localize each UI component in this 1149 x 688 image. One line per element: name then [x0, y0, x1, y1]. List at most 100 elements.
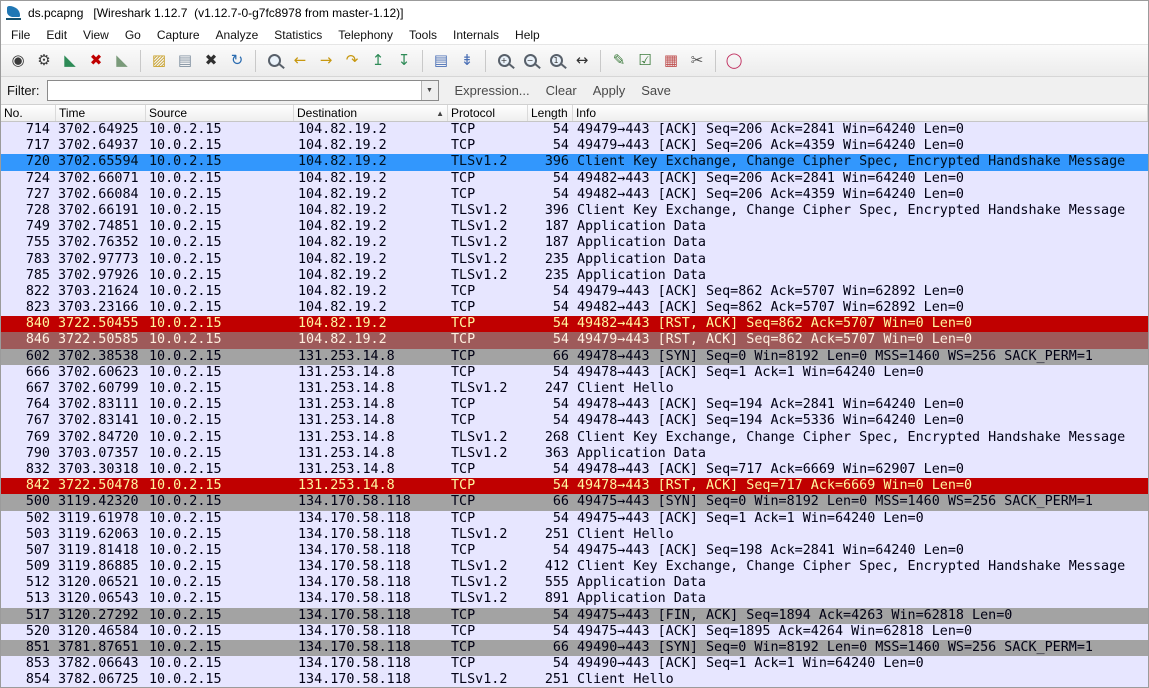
- go-back-icon[interactable]: ←: [287, 48, 313, 74]
- menu-item-analyze[interactable]: Analyze: [208, 26, 267, 44]
- go-to-bottom-icon[interactable]: ↧: [391, 48, 417, 74]
- packet-cell-src: 10.0.2.15: [146, 608, 294, 624]
- menu-item-capture[interactable]: Capture: [149, 26, 208, 44]
- capture-options-icon[interactable]: ⚙: [31, 48, 57, 74]
- menu-item-statistics[interactable]: Statistics: [266, 26, 330, 44]
- packet-row[interactable]: 8543782.0672510.0.2.15134.170.58.118TLSv…: [1, 672, 1148, 688]
- display-filter-icon[interactable]: ☑: [632, 48, 658, 74]
- go-to-packet-icon[interactable]: ↷: [339, 48, 365, 74]
- menu-item-view[interactable]: View: [75, 26, 117, 44]
- column-header-no[interactable]: No.: [1, 105, 56, 121]
- zoom-out-icon[interactable]: −: [517, 48, 543, 74]
- menu-item-help[interactable]: Help: [507, 26, 548, 44]
- packet-row[interactable]: 6673702.6079910.0.2.15131.253.14.8TLSv1.…: [1, 381, 1148, 397]
- packet-cell-time: 3120.27292: [56, 608, 146, 624]
- packet-row[interactable]: 7283702.6619110.0.2.15104.82.19.2TLSv1.2…: [1, 203, 1148, 219]
- start-capture-icon[interactable]: ◣: [57, 48, 83, 74]
- packet-row[interactable]: 7853702.9792610.0.2.15104.82.19.2TLSv1.2…: [1, 268, 1148, 284]
- packet-row[interactable]: 7553702.7635210.0.2.15104.82.19.2TLSv1.2…: [1, 235, 1148, 251]
- packet-cell-len: 66: [528, 494, 573, 510]
- open-file-icon[interactable]: ▨: [146, 48, 172, 74]
- column-header-time[interactable]: Time: [56, 105, 146, 121]
- preferences-icon[interactable]: ✂: [684, 48, 710, 74]
- packet-row[interactable]: 5003119.4232010.0.2.15134.170.58.118TCP6…: [1, 494, 1148, 510]
- packet-row[interactable]: 5033119.6206310.0.2.15134.170.58.118TLSv…: [1, 527, 1148, 543]
- menu-item-internals[interactable]: Internals: [445, 26, 507, 44]
- packet-row[interactable]: 5093119.8688510.0.2.15134.170.58.118TLSv…: [1, 559, 1148, 575]
- packet-row[interactable]: 5023119.6197810.0.2.15134.170.58.118TCP5…: [1, 511, 1148, 527]
- packet-cell-len: 54: [528, 511, 573, 527]
- packet-cell-len: 891: [528, 591, 573, 607]
- colorize-list-icon[interactable]: ▤: [428, 48, 454, 74]
- column-header-protocol[interactable]: Protocol: [448, 105, 528, 121]
- packet-cell-info: Client Hello: [573, 672, 1148, 688]
- list-interfaces-icon[interactable]: ◉: [5, 48, 31, 74]
- clear-button[interactable]: Clear: [546, 83, 577, 98]
- filter-dropdown-button[interactable]: ▼: [421, 81, 438, 100]
- packet-row[interactable]: 7643702.8311110.0.2.15131.253.14.8TCP544…: [1, 397, 1148, 413]
- stop-capture-icon[interactable]: ✖: [83, 48, 109, 74]
- packet-row[interactable]: 8233703.2316610.0.2.15104.82.19.2TCP5449…: [1, 300, 1148, 316]
- apply-button[interactable]: Apply: [593, 83, 626, 98]
- menu-item-tools[interactable]: Tools: [401, 26, 445, 44]
- packet-cell-no: 790: [1, 446, 56, 462]
- packet-row[interactable]: 8223703.2162410.0.2.15104.82.19.2TCP5449…: [1, 284, 1148, 300]
- find-packet-icon[interactable]: [261, 48, 287, 74]
- save-button[interactable]: Save: [641, 83, 671, 98]
- auto-scroll-icon[interactable]: ⇟: [454, 48, 480, 74]
- packet-row[interactable]: 8463722.5058510.0.2.15104.82.19.2TCP5449…: [1, 332, 1148, 348]
- coloring-rules-icon[interactable]: ▦: [658, 48, 684, 74]
- packet-cell-src: 10.0.2.15: [146, 624, 294, 640]
- packet-cell-time: 3782.06643: [56, 656, 146, 672]
- packet-row[interactable]: 5123120.0652110.0.2.15134.170.58.118TLSv…: [1, 575, 1148, 591]
- column-header-source[interactable]: Source: [146, 105, 294, 121]
- packet-row[interactable]: 5203120.4658410.0.2.15134.170.58.118TCP5…: [1, 624, 1148, 640]
- packet-row[interactable]: 7833702.9777310.0.2.15104.82.19.2TLSv1.2…: [1, 252, 1148, 268]
- go-forward-icon[interactable]: →: [313, 48, 339, 74]
- packet-row[interactable]: 8513781.8765110.0.2.15134.170.58.118TCP6…: [1, 640, 1148, 656]
- menu-item-go[interactable]: Go: [117, 26, 149, 44]
- icon-glyph: ↷: [346, 53, 359, 68]
- packet-row[interactable]: 8403722.5045510.0.2.15104.82.19.2TCP5449…: [1, 316, 1148, 332]
- packet-cell-proto: TLSv1.2: [448, 219, 528, 235]
- packet-row[interactable]: 5073119.8141810.0.2.15134.170.58.118TCP5…: [1, 543, 1148, 559]
- packet-row[interactable]: 7493702.7485110.0.2.15104.82.19.2TLSv1.2…: [1, 219, 1148, 235]
- packet-row[interactable]: 7693702.8472010.0.2.15131.253.14.8TLSv1.…: [1, 430, 1148, 446]
- packet-row[interactable]: 7243702.6607110.0.2.15104.82.19.2TCP5449…: [1, 171, 1148, 187]
- packet-cell-proto: TCP: [448, 462, 528, 478]
- go-to-top-icon[interactable]: ↥: [365, 48, 391, 74]
- packet-row[interactable]: 5173120.2729210.0.2.15134.170.58.118TCP5…: [1, 608, 1148, 624]
- packet-row[interactable]: 6663702.6062310.0.2.15131.253.14.8TCP544…: [1, 365, 1148, 381]
- capture-filter-icon[interactable]: ✎: [606, 48, 632, 74]
- packet-row[interactable]: 8423722.5047810.0.2.15131.253.14.8TCP544…: [1, 478, 1148, 494]
- packet-row[interactable]: 7903703.0735710.0.2.15131.253.14.8TLSv1.…: [1, 446, 1148, 462]
- resize-columns-icon[interactable]: ↔: [569, 48, 595, 74]
- menu-item-file[interactable]: File: [3, 26, 38, 44]
- help-icon[interactable]: ◯: [721, 48, 747, 74]
- packet-row[interactable]: 8533782.0664310.0.2.15134.170.58.118TCP5…: [1, 656, 1148, 672]
- menu-item-edit[interactable]: Edit: [38, 26, 75, 44]
- column-header-info[interactable]: Info: [573, 105, 1148, 121]
- packet-row[interactable]: 7203702.6559410.0.2.15104.82.19.2TLSv1.2…: [1, 154, 1148, 170]
- packet-cell-info: Application Data: [573, 235, 1148, 251]
- save-file-icon[interactable]: ▤: [172, 48, 198, 74]
- menu-item-telephony[interactable]: Telephony: [330, 26, 401, 44]
- packet-row[interactable]: 5133120.0654310.0.2.15134.170.58.118TLSv…: [1, 591, 1148, 607]
- filter-input[interactable]: [48, 81, 421, 100]
- close-file-icon[interactable]: ✖: [198, 48, 224, 74]
- packet-cell-no: 854: [1, 672, 56, 688]
- expression-button[interactable]: Expression...: [455, 83, 530, 98]
- column-header-destination[interactable]: Destination ▲: [294, 105, 448, 121]
- packet-row[interactable]: 7173702.6493710.0.2.15104.82.19.2TCP5449…: [1, 138, 1148, 154]
- packet-row[interactable]: 7143702.6492510.0.2.15104.82.19.2TCP5449…: [1, 122, 1148, 138]
- packet-row[interactable]: 7273702.6608410.0.2.15104.82.19.2TCP5449…: [1, 187, 1148, 203]
- column-header-length[interactable]: Length: [528, 105, 573, 121]
- zoom-normal-icon[interactable]: 1: [543, 48, 569, 74]
- zoom-in-icon[interactable]: +: [491, 48, 517, 74]
- packet-row[interactable]: 7673702.8314110.0.2.15131.253.14.8TCP544…: [1, 413, 1148, 429]
- packet-row[interactable]: 6023702.3853810.0.2.15131.253.14.8TCP664…: [1, 349, 1148, 365]
- icon-glyph: ◣: [116, 53, 128, 68]
- restart-capture-icon[interactable]: ◣: [109, 48, 135, 74]
- reload-icon[interactable]: ↻: [224, 48, 250, 74]
- packet-row[interactable]: 8323703.3031810.0.2.15131.253.14.8TCP544…: [1, 462, 1148, 478]
